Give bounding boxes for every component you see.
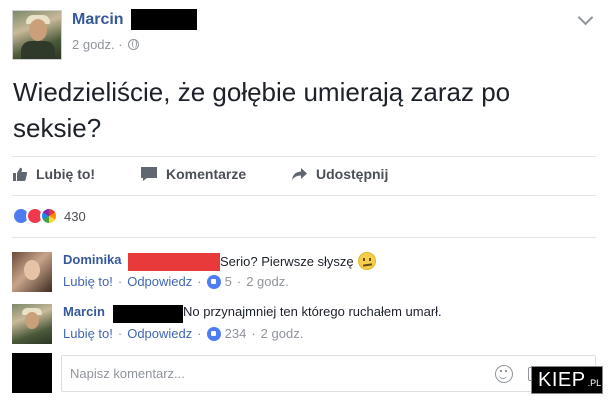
redacted-surname-bar (113, 305, 183, 323)
redacted-surname-bar (131, 9, 197, 30)
divider (12, 195, 596, 196)
site-watermark-logo: KIEP .PL (531, 366, 603, 394)
post-author-name[interactable]: Marcin (72, 11, 124, 29)
divider (12, 156, 596, 157)
comment-text: No przynajmniej ten którego ruchałem uma… (183, 304, 442, 319)
post-text: Wiedzieliście, że gołębie umierają zaraz… (13, 77, 511, 143)
comment-compose-box (61, 355, 596, 392)
reactions-summary[interactable]: 430 (12, 205, 86, 227)
comment-time[interactable]: 2 godz. (261, 326, 304, 341)
comment-reply-link[interactable]: Odpowiedz (127, 326, 192, 341)
commenter-avatar[interactable] (12, 304, 52, 344)
comment: Dominika Serio? Pierwsze słyszę Lubię to… (12, 252, 596, 296)
post-actions: Lubię to! Komentarze Udostępnij (12, 160, 596, 192)
like-badge-icon (206, 274, 221, 289)
confused-face-icon (357, 252, 376, 270)
comment-like-link[interactable]: Lubię to! (63, 274, 113, 289)
comment-meta: Lubię to! · Odpowiedz · 5 · 2 godz. (63, 274, 289, 289)
meta-separator: · (118, 37, 123, 52)
comment-text: Serio? Pierwsze słyszę (220, 252, 376, 270)
comment-button[interactable]: Komentarze (140, 166, 246, 182)
redacted-surname-bar (128, 253, 220, 271)
comment-like-link[interactable]: Lubię to! (63, 326, 113, 341)
emoji-picker-icon[interactable] (495, 365, 513, 383)
post-time[interactable]: 2 godz. (72, 37, 115, 52)
like-button-label: Lubię to! (36, 166, 96, 182)
comment-like-count[interactable]: 234 (225, 326, 247, 341)
chevron-down-icon[interactable] (577, 9, 594, 26)
like-badge-icon (206, 326, 221, 341)
divider (12, 237, 596, 238)
share-button[interactable]: Udostępnij (291, 166, 388, 182)
globe-icon (128, 39, 140, 50)
like-button[interactable]: Lubię to! (12, 166, 95, 182)
watermark-brand: KIEP (538, 368, 586, 391)
comment-input[interactable] (70, 356, 470, 391)
comment-like-count[interactable]: 5 (225, 274, 232, 289)
reactions-count[interactable]: 430 (64, 209, 86, 224)
commenter-name[interactable]: Dominika (63, 252, 122, 267)
thumbs-up-icon (13, 167, 28, 181)
facebook-post: Marcin 2 godz. · Wiedzieliście, że gołęb… (0, 0, 610, 400)
comment-icon (141, 167, 157, 181)
commenter-avatar[interactable] (12, 252, 52, 292)
share-button-label: Udostępnij (316, 166, 389, 182)
comment-meta: Lubię to! · Odpowiedz · 234 · 2 godz. (63, 326, 304, 341)
pride-reaction-icon (40, 207, 58, 225)
commenter-name[interactable]: Marcin (63, 304, 105, 319)
comment: Marcin No przynajmniej ten którego rucha… (12, 304, 596, 348)
current-user-avatar (12, 353, 52, 393)
comment-time[interactable]: 2 godz. (246, 274, 289, 289)
comment-button-label: Komentarze (166, 166, 247, 182)
author-avatar[interactable] (12, 10, 62, 60)
watermark-tld: .PL (587, 378, 602, 388)
share-icon (292, 168, 307, 180)
comment-reply-link[interactable]: Odpowiedz (127, 274, 192, 289)
post-meta: 2 godz. · (72, 37, 140, 52)
